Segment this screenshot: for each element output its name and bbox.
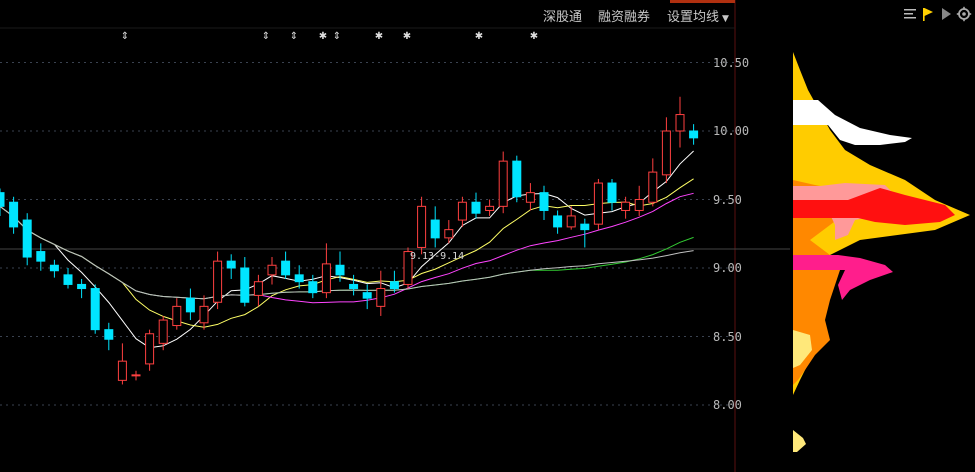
flag-icon[interactable] bbox=[920, 6, 936, 22]
candle-body bbox=[457, 201, 467, 221]
ma60-line bbox=[0, 206, 694, 300]
ma20-line bbox=[0, 192, 694, 304]
event-marker-icon: ⇕ bbox=[290, 31, 298, 42]
candle-body bbox=[539, 192, 549, 211]
candle-body bbox=[213, 260, 223, 303]
price-tick-label: 10.50 bbox=[713, 56, 750, 70]
candle-body bbox=[22, 219, 32, 258]
candle-body bbox=[621, 201, 631, 211]
candle-body bbox=[281, 260, 291, 276]
candle-body bbox=[0, 192, 5, 207]
price-tick-label: 8.00 bbox=[713, 398, 742, 412]
candle-body bbox=[104, 329, 114, 340]
stock-chart-window: 深股通 融资融券 设置均线 ▼ ⇕ ⇕ ⇕ ✱ ⇕ ✱ ✱ ✱ ✱ 10.50 10.00 9.5… bbox=[0, 0, 975, 472]
event-marker-icon: ⇕ bbox=[121, 31, 129, 42]
candle-body bbox=[321, 263, 331, 294]
candle-body bbox=[362, 292, 372, 299]
candle-body bbox=[553, 215, 563, 228]
ma10-line bbox=[0, 178, 694, 328]
candle-body bbox=[607, 182, 617, 203]
active-tab-indicator bbox=[670, 0, 735, 3]
candlestick-chart: ⇕ ⇕ ⇕ ✱ ⇕ ✱ ✱ ✱ ✱ bbox=[0, 0, 970, 472]
candle-body bbox=[145, 333, 155, 365]
price-tick-label: 9.00 bbox=[713, 261, 742, 275]
event-marker-icon: ⇕ bbox=[333, 31, 341, 42]
candle-body bbox=[430, 219, 440, 239]
event-marker-icon: ✱ bbox=[403, 31, 411, 42]
candle-body bbox=[199, 305, 209, 324]
candle-body bbox=[267, 264, 277, 276]
candle-body bbox=[77, 283, 87, 290]
candle-body bbox=[36, 251, 46, 262]
candle-body bbox=[240, 267, 250, 303]
candle-body bbox=[294, 274, 304, 283]
candle-body bbox=[226, 260, 236, 269]
candle-body bbox=[566, 215, 576, 228]
candle-body bbox=[525, 192, 535, 203]
candle-body bbox=[158, 319, 168, 344]
settings-icon[interactable] bbox=[956, 6, 972, 22]
event-marker-icon: ✱ bbox=[530, 31, 538, 42]
candle-body bbox=[90, 288, 100, 331]
candle-body bbox=[253, 281, 263, 296]
ma120-line bbox=[0, 206, 694, 300]
candle-body bbox=[349, 283, 359, 290]
candle-body bbox=[675, 114, 685, 132]
candle-body bbox=[185, 297, 195, 313]
candle-body bbox=[593, 182, 603, 225]
candle-body bbox=[389, 281, 399, 290]
candle-body bbox=[498, 160, 508, 207]
candle-body bbox=[485, 205, 495, 211]
candle-body bbox=[661, 130, 671, 176]
candle-body bbox=[131, 374, 141, 377]
event-marker-icon: ✱ bbox=[375, 31, 383, 42]
candle-body bbox=[689, 130, 699, 139]
play-icon[interactable] bbox=[938, 6, 954, 22]
candle-body bbox=[580, 223, 590, 231]
candle-body bbox=[63, 274, 73, 285]
chip-distribution-area bbox=[793, 430, 806, 452]
price-tick-label: 9.50 bbox=[713, 193, 742, 207]
candle-body bbox=[9, 201, 19, 228]
candle-body bbox=[417, 205, 427, 248]
list-icon[interactable] bbox=[902, 6, 918, 22]
event-marker-icon: ⇕ bbox=[262, 31, 270, 42]
candle-body bbox=[648, 171, 658, 203]
candle-body bbox=[512, 160, 522, 198]
candle-body bbox=[49, 264, 59, 272]
price-tick-label: 8.50 bbox=[713, 330, 742, 344]
candle-body bbox=[444, 229, 454, 239]
candle-body bbox=[308, 281, 318, 294]
range-annotation: 9.13-9.14 bbox=[410, 251, 465, 262]
candle-body bbox=[634, 199, 644, 211]
price-tick-label: 10.00 bbox=[713, 124, 750, 138]
event-marker-icon: ✱ bbox=[319, 31, 327, 42]
candle-body bbox=[471, 201, 481, 214]
candle-body bbox=[172, 305, 182, 327]
candle-body bbox=[376, 288, 386, 307]
candle-body bbox=[335, 264, 345, 276]
candle-body bbox=[117, 360, 127, 381]
event-marker-icon: ✱ bbox=[475, 31, 483, 42]
